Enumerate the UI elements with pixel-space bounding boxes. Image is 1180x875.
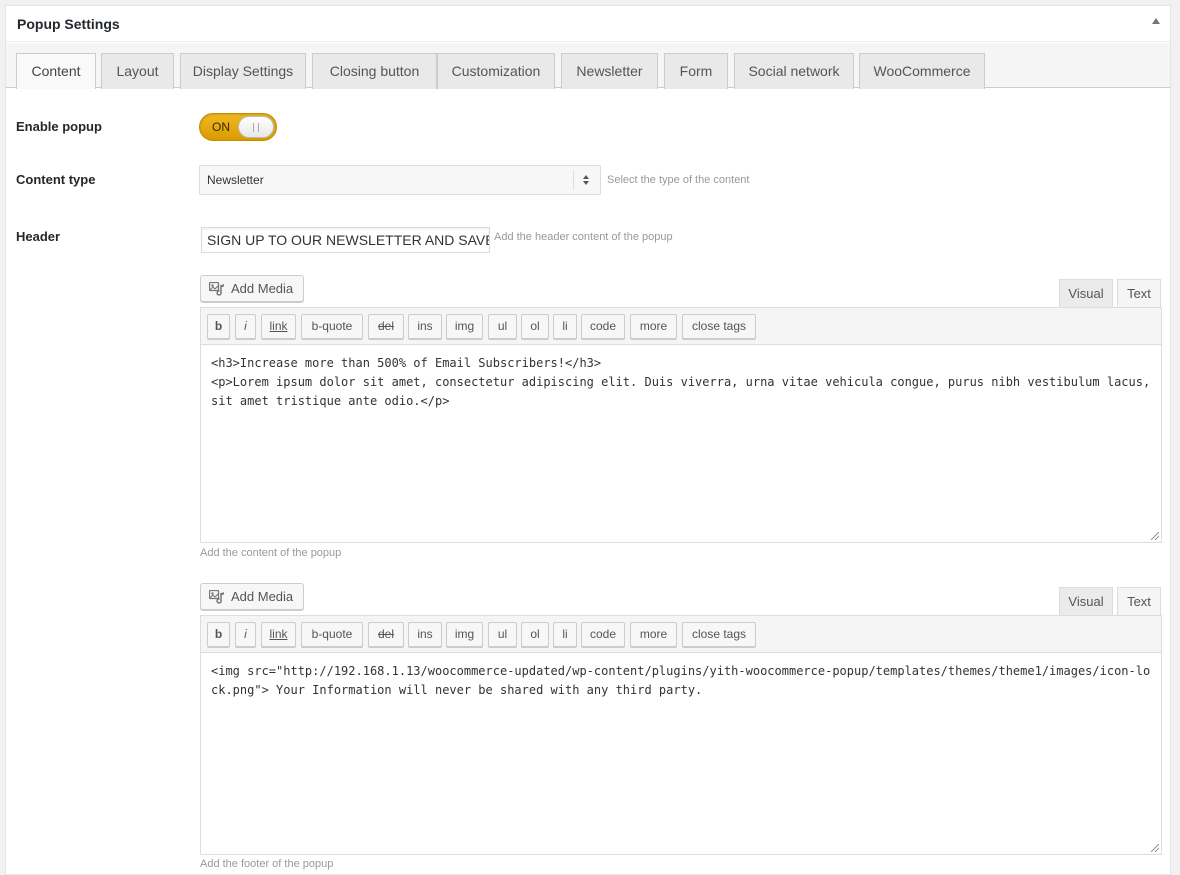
add-media-label: Add Media xyxy=(231,281,294,296)
qt-more-button[interactable]: more xyxy=(630,622,677,647)
qt-italic-button[interactable]: i xyxy=(235,314,256,339)
media-icon xyxy=(209,590,224,604)
add-media-label: Add Media xyxy=(231,589,294,604)
select-arrows-icon xyxy=(583,175,591,187)
qt-italic-button[interactable]: i xyxy=(235,622,256,647)
qt-code-button[interactable]: code xyxy=(581,314,625,339)
qt-del-button[interactable]: del xyxy=(368,622,404,647)
qt-del-button[interactable]: del xyxy=(368,314,404,339)
tab-display-settings[interactable]: Display Settings xyxy=(180,53,306,89)
qt-bquote-button[interactable]: b-quote xyxy=(301,314,363,339)
qt-code-button[interactable]: code xyxy=(581,622,625,647)
qt-ul-button[interactable]: ul xyxy=(488,622,517,647)
header-label: Header xyxy=(16,229,61,244)
content-type-value: Newsletter xyxy=(207,173,264,187)
tab-form[interactable]: Form xyxy=(664,53,728,89)
qt-ol-button[interactable]: ol xyxy=(521,314,549,339)
qt-ins-button[interactable]: ins xyxy=(408,314,442,339)
content-type-select[interactable]: Newsletter xyxy=(199,165,601,195)
resize-grip-icon[interactable] xyxy=(1151,844,1159,852)
select-divider xyxy=(573,170,574,190)
qt-close-tags-button[interactable]: close tags xyxy=(682,622,756,647)
add-media-button-2[interactable]: Add Media xyxy=(200,583,304,610)
footer-help: Add the footer of the popup xyxy=(200,858,334,870)
quicktags-toolbar: b i link b-quote del ins img ul ol li co… xyxy=(201,308,1161,345)
settings-tabs: Content Layout Display Settings Closing … xyxy=(6,43,1170,89)
toggle-knob[interactable] xyxy=(238,116,274,138)
tab-newsletter[interactable]: Newsletter xyxy=(561,53,658,89)
header-help: Add the header content of the popup xyxy=(494,231,673,243)
qt-link-button[interactable]: link xyxy=(261,622,296,647)
qt-link-button[interactable]: link xyxy=(261,314,296,339)
content-type-label: Content type xyxy=(16,172,96,187)
qt-li-button[interactable]: li xyxy=(553,622,577,647)
tab-woocommerce[interactable]: WooCommerce xyxy=(859,53,985,89)
content-textarea[interactable]: <h3>Increase more than 500% of Email Sub… xyxy=(201,345,1161,542)
footer-textarea[interactable]: <img src="http://192.168.1.13/woocommerc… xyxy=(201,653,1161,854)
qt-li-button[interactable]: li xyxy=(553,314,577,339)
qt-bold-button[interactable]: b xyxy=(207,314,230,339)
qt-more-button[interactable]: more xyxy=(630,314,677,339)
qt-close-tags-button[interactable]: close tags xyxy=(682,314,756,339)
resize-grip-icon[interactable] xyxy=(1151,532,1159,540)
content-editor: b i link b-quote del ins img ul ol li co… xyxy=(200,307,1162,543)
qt-ol-button[interactable]: ol xyxy=(521,622,549,647)
text-tab[interactable]: Text xyxy=(1117,279,1161,308)
media-icon xyxy=(209,282,224,296)
panel-title: Popup Settings xyxy=(17,16,120,32)
popup-settings-panel: Popup Settings Content Layout Display Se… xyxy=(5,5,1171,875)
toggle-state: ON xyxy=(212,120,230,134)
qt-img-button[interactable]: img xyxy=(446,622,483,647)
enable-popup-label: Enable popup xyxy=(16,119,102,134)
visual-tab[interactable]: Visual xyxy=(1059,279,1113,308)
content-help: Add the content of the popup xyxy=(200,547,342,559)
header-input[interactable]: SIGN UP TO OUR NEWSLETTER AND SAVE 2 xyxy=(201,227,490,253)
panel-header[interactable]: Popup Settings xyxy=(6,6,1170,42)
tab-layout[interactable]: Layout xyxy=(101,53,174,89)
tab-customization[interactable]: Customization xyxy=(437,53,555,89)
qt-ul-button[interactable]: ul xyxy=(488,314,517,339)
qt-img-button[interactable]: img xyxy=(446,314,483,339)
tab-social-network[interactable]: Social network xyxy=(734,53,854,89)
qt-bquote-button[interactable]: b-quote xyxy=(301,622,363,647)
add-media-button[interactable]: Add Media xyxy=(200,275,304,302)
quicktags-toolbar: b i link b-quote del ins img ul ol li co… xyxy=(201,616,1161,653)
collapse-icon[interactable] xyxy=(1152,18,1160,24)
enable-popup-toggle[interactable]: ON xyxy=(199,113,277,141)
tab-content[interactable]: Content xyxy=(16,53,96,89)
text-tab-2[interactable]: Text xyxy=(1117,587,1161,616)
content-type-help: Select the type of the content xyxy=(607,174,750,186)
qt-ins-button[interactable]: ins xyxy=(408,622,442,647)
tab-closing-button[interactable]: Closing button xyxy=(312,53,437,89)
visual-tab-2[interactable]: Visual xyxy=(1059,587,1113,616)
footer-editor: b i link b-quote del ins img ul ol li co… xyxy=(200,615,1162,855)
qt-bold-button[interactable]: b xyxy=(207,622,230,647)
